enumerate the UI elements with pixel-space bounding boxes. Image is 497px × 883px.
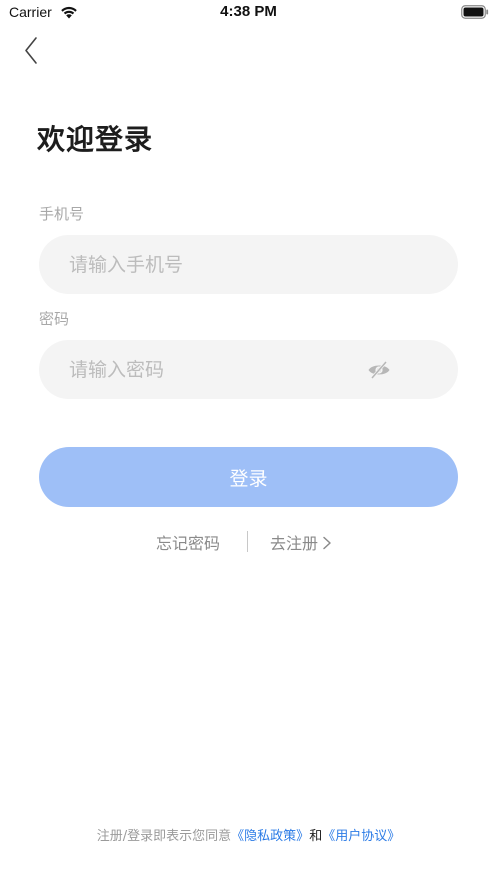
phone-label: 手机号 — [39, 205, 85, 223]
auth-links: 忘记密码 去注册 — [0, 530, 497, 554]
status-time: 4:38 PM — [220, 3, 277, 20]
user-agreement-link[interactable]: 《用户协议》 — [322, 829, 400, 844]
privacy-policy-link[interactable]: 《隐私政策》 — [231, 829, 309, 844]
phone-input[interactable] — [69, 235, 369, 294]
password-field[interactable] — [39, 340, 458, 399]
links-divider — [247, 531, 248, 552]
back-button[interactable] — [18, 36, 44, 66]
password-label: 密码 — [39, 310, 70, 328]
login-button[interactable]: 登录 — [39, 447, 458, 507]
agreement-text: 注册/登录即表示您同意《隐私政策》和《用户协议》 — [0, 825, 497, 844]
battery-icon — [461, 5, 489, 19]
register-link[interactable]: 去注册 — [270, 530, 333, 554]
back-chevron-icon — [25, 37, 37, 64]
register-link-label: 去注册 — [270, 534, 319, 553]
eye-hidden-icon[interactable] — [367, 359, 391, 381]
status-bar: Carrier 4:38 PM — [0, 0, 497, 26]
password-input[interactable] — [69, 340, 369, 399]
chevron-right-icon — [323, 536, 331, 550]
agreement-and: 和 — [309, 829, 323, 844]
page-title: 欢迎登录 — [37, 123, 154, 156]
agreement-prefix: 注册/登录即表示您同意 — [96, 829, 232, 844]
forgot-password-link[interactable]: 忘记密码 — [156, 530, 220, 554]
phone-field[interactable] — [39, 235, 458, 294]
